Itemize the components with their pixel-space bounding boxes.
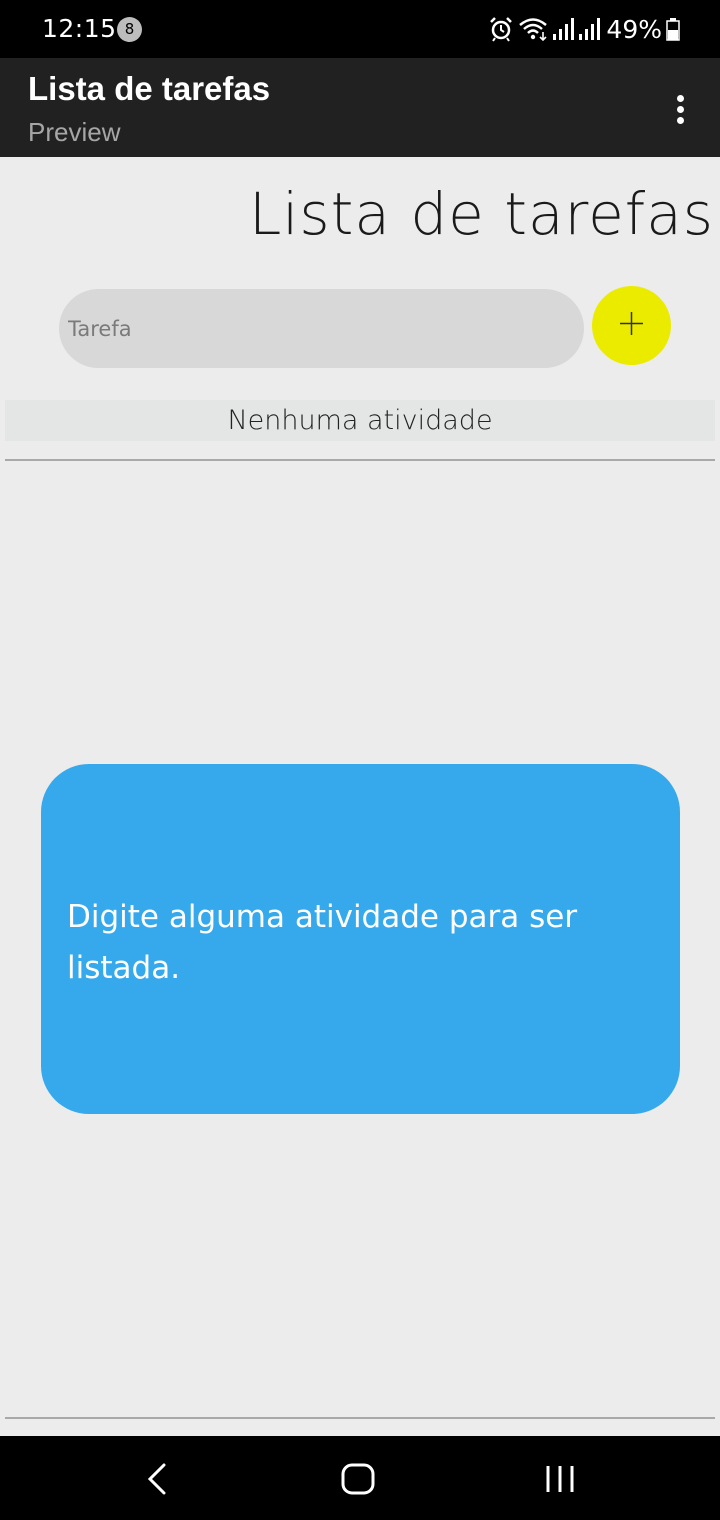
signal-icon bbox=[578, 16, 601, 42]
page-title: Lista de tarefas bbox=[248, 180, 714, 248]
wifi-icon bbox=[518, 16, 548, 42]
divider bbox=[5, 1417, 715, 1419]
add-task-button[interactable] bbox=[592, 286, 671, 365]
battery-icon bbox=[666, 16, 680, 42]
divider bbox=[5, 459, 715, 461]
home-icon[interactable] bbox=[340, 1463, 376, 1499]
app-subtitle: Preview bbox=[28, 117, 121, 147]
status-time: 12:15 bbox=[42, 14, 117, 43]
status-icons: 49% bbox=[488, 12, 680, 46]
battery-percentage: 49% bbox=[606, 14, 662, 44]
recents-icon[interactable] bbox=[542, 1463, 578, 1499]
task-input[interactable] bbox=[59, 289, 584, 368]
empty-list-label: Nenhuma atividade bbox=[5, 400, 715, 441]
app-title: Lista de tarefas bbox=[28, 70, 271, 107]
alarm-icon bbox=[488, 16, 514, 42]
more-vert-icon[interactable] bbox=[666, 92, 696, 126]
system-nav-bar bbox=[0, 1436, 720, 1520]
notification-count-badge: 8 bbox=[117, 17, 142, 42]
status-bar: 12:15 8 49% bbox=[0, 0, 720, 58]
app-bar: Lista de tarefas Preview bbox=[0, 58, 720, 157]
info-card-text: Digite alguma atividade para ser listada… bbox=[67, 899, 578, 986]
signal-icon bbox=[552, 16, 575, 42]
info-card: Digite alguma atividade para ser listada… bbox=[41, 764, 680, 1114]
back-icon[interactable] bbox=[142, 1463, 172, 1499]
